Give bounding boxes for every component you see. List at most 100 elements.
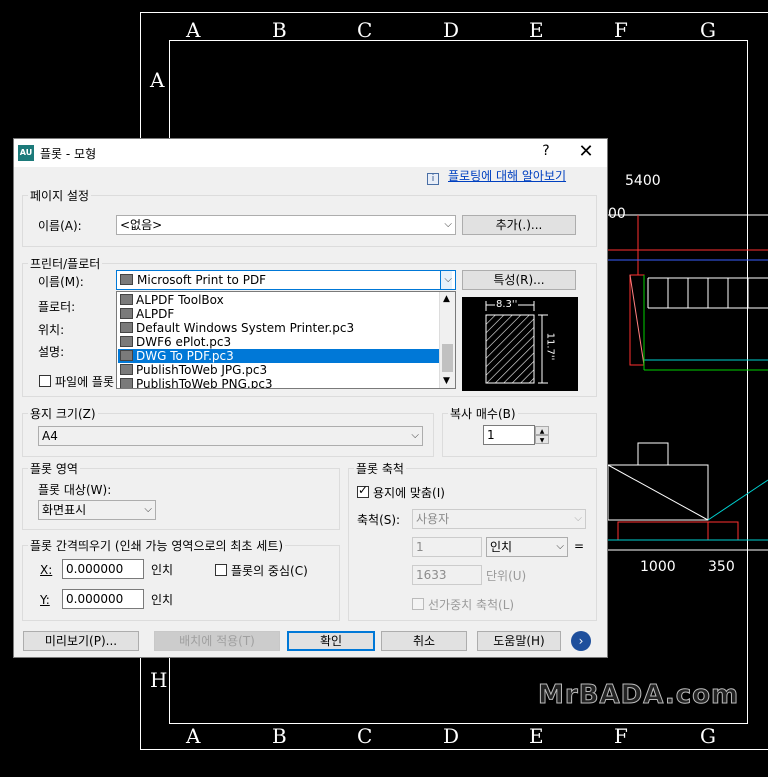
fit-to-paper-label: 용지에 맞춤(I) (373, 486, 445, 500)
dimension-text: 00 (608, 206, 626, 222)
scale-value2-input[interactable]: 1633 (412, 565, 482, 585)
plot-to-file-checkbox[interactable] (39, 375, 51, 387)
equals-sign: = (574, 539, 585, 553)
column-label-top: A (186, 18, 201, 42)
preview-height-label: 11.7'' (544, 332, 556, 361)
printer-icon (120, 308, 133, 319)
scale-value1-input[interactable]: 1 (412, 537, 482, 557)
dropdown-option[interactable]: DWF6 ePlot.pc3 (118, 335, 440, 349)
printer-properties-button[interactable]: 특성(R)... (462, 270, 576, 290)
printer-dropdown-list[interactable]: ALPDF ToolBox ALPDF Default Windows Syst… (116, 291, 456, 389)
column-label-bottom: G (700, 724, 716, 748)
paper-size-value: A4 (42, 429, 58, 443)
help-dialog-button[interactable]: 도움말(H) (477, 631, 561, 651)
dimension-text: 5400 (625, 173, 661, 189)
dropdown-option[interactable]: Default Windows System Printer.pc3 (118, 321, 440, 335)
scrollbar-thumb[interactable] (442, 344, 453, 372)
preview-button[interactable]: 미리보기(P)... (23, 631, 139, 651)
apply-to-layout-button[interactable]: 배치에 적용(T) (154, 631, 280, 651)
printer-icon (120, 274, 133, 285)
plot-scale-group-label: 플롯 축척 (354, 460, 406, 477)
offset-x-input[interactable]: 0.000000 (62, 559, 144, 579)
column-label-top: D (443, 18, 460, 42)
learn-plotting-link[interactable]: 플로팅에 대해 알아보기 (448, 167, 566, 184)
info-icon: i (427, 173, 439, 185)
center-plot-label: 플롯의 중심(C) (231, 564, 308, 578)
spin-up-icon[interactable]: ▲ (535, 426, 549, 435)
chevron-down-icon: ⌵ (411, 430, 419, 441)
plot-what-value: 화면표시 (42, 503, 87, 517)
preview-width-label: 8.3'' (495, 299, 519, 310)
dimension-text: 350 (708, 559, 735, 575)
plot-what-combo[interactable]: 화면표시 ⌵ (38, 500, 156, 520)
printer-icon (120, 322, 133, 333)
scale-label: 축척(S): (357, 513, 401, 527)
column-label-top: C (357, 18, 373, 42)
printer-name-label: 이름(M): (38, 275, 84, 289)
copies-spinner[interactable]: ▲ ▼ (535, 426, 549, 444)
dropdown-option[interactable]: ALPDF (118, 307, 440, 321)
spin-down-icon[interactable]: ▼ (535, 435, 549, 444)
more-options-icon[interactable]: › (571, 631, 591, 651)
plot-area-group (22, 468, 340, 530)
description-label: 설명: (38, 345, 65, 359)
column-label-bottom: B (272, 724, 287, 748)
cad-drawing-lines (608, 214, 768, 551)
paper-size-combo[interactable]: A4 ⌵ (38, 426, 423, 446)
scale-unit-combo[interactable]: 인치 ⌵ (486, 537, 568, 557)
scale-unit2-label: 단위(U) (486, 569, 527, 583)
dropdown-scrollbar[interactable]: ▲ ▼ (439, 292, 455, 388)
cancel-button[interactable]: 취소 (381, 631, 467, 651)
help-button[interactable]: ? (536, 143, 556, 159)
page-setup-group-label: 페이지 설정 (28, 187, 92, 204)
plot-offset-group-label: 플롯 간격띄우기 (인쇄 가능 영역으로의 최초 세트) (28, 537, 286, 554)
column-label-top: G (700, 18, 716, 42)
dialog-title: 플롯 - 모형 (40, 147, 97, 161)
copies-group-label: 복사 매수(B) (448, 405, 518, 422)
fit-to-paper-checkbox[interactable] (357, 483, 369, 498)
chevron-down-icon: ⌵ (556, 541, 564, 552)
offset-x-unit: 인치 (151, 563, 174, 577)
page-setup-name-value: <없음> (120, 218, 163, 232)
scale-value: 사용자 (416, 512, 450, 526)
plot-offset-group (22, 545, 340, 621)
printer-icon (120, 378, 133, 388)
page-setup-name-combo[interactable]: <없음> ⌵ (116, 215, 456, 235)
offset-y-label: Y: (40, 593, 50, 607)
offset-x-label: X: (40, 563, 53, 577)
chevron-down-icon: ⌵ (144, 504, 152, 515)
printer-name-combo[interactable]: Microsoft Print to PDF ⌵ (116, 270, 456, 290)
paper-size-group-label: 용지 크기(Z) (28, 405, 98, 422)
dropdown-option[interactable]: PublishToWeb JPG.pc3 (118, 363, 440, 377)
ok-button[interactable]: 확인 (287, 631, 375, 651)
chevron-down-icon[interactable]: ▼ (443, 376, 450, 386)
title-bar[interactable]: AU 플롯 - 모형 ? ✕ (14, 139, 607, 167)
printer-group-label: 프린터/플로터 (28, 255, 103, 272)
paper-preview-drawing (485, 301, 548, 384)
location-label: 위치: (38, 323, 65, 337)
close-button[interactable]: ✕ (576, 141, 596, 162)
printer-icon (120, 336, 133, 347)
printer-icon (120, 350, 133, 361)
chevron-down-icon[interactable]: ⌵ (440, 271, 452, 289)
plot-what-label: 플롯 대상(W): (38, 483, 112, 497)
center-plot-checkbox[interactable] (215, 564, 227, 576)
dropdown-option-selected[interactable]: DWG To PDF.pc3 (118, 349, 440, 363)
printer-name-value: Microsoft Print to PDF (137, 273, 267, 287)
printer-icon (120, 364, 133, 375)
add-page-setup-button[interactable]: 추가(.)... (462, 215, 576, 235)
page-setup-name-label: 이름(A): (38, 219, 82, 233)
chevron-down-icon: ⌵ (444, 219, 452, 230)
plot-area-group-label: 플롯 영역 (28, 460, 80, 477)
copies-input[interactable]: 1 (483, 425, 535, 445)
printer-icon (120, 294, 133, 305)
scale-lineweights-checkbox[interactable] (412, 598, 424, 610)
dropdown-option[interactable]: ALPDF ToolBox (118, 293, 440, 307)
scale-combo[interactable]: 사용자 ⌵ (412, 509, 586, 529)
row-label: A (150, 68, 165, 92)
offset-y-input[interactable]: 0.000000 (62, 589, 144, 609)
column-label-bottom: A (186, 724, 201, 748)
chevron-up-icon[interactable]: ▲ (443, 294, 450, 304)
dropdown-option[interactable]: PublishToWeb PNG.pc3 (118, 377, 440, 388)
plot-dialog: AU 플롯 - 모형 ? ✕ i 플로팅에 대해 알아보기 페이지 설정 이름(… (13, 138, 608, 658)
